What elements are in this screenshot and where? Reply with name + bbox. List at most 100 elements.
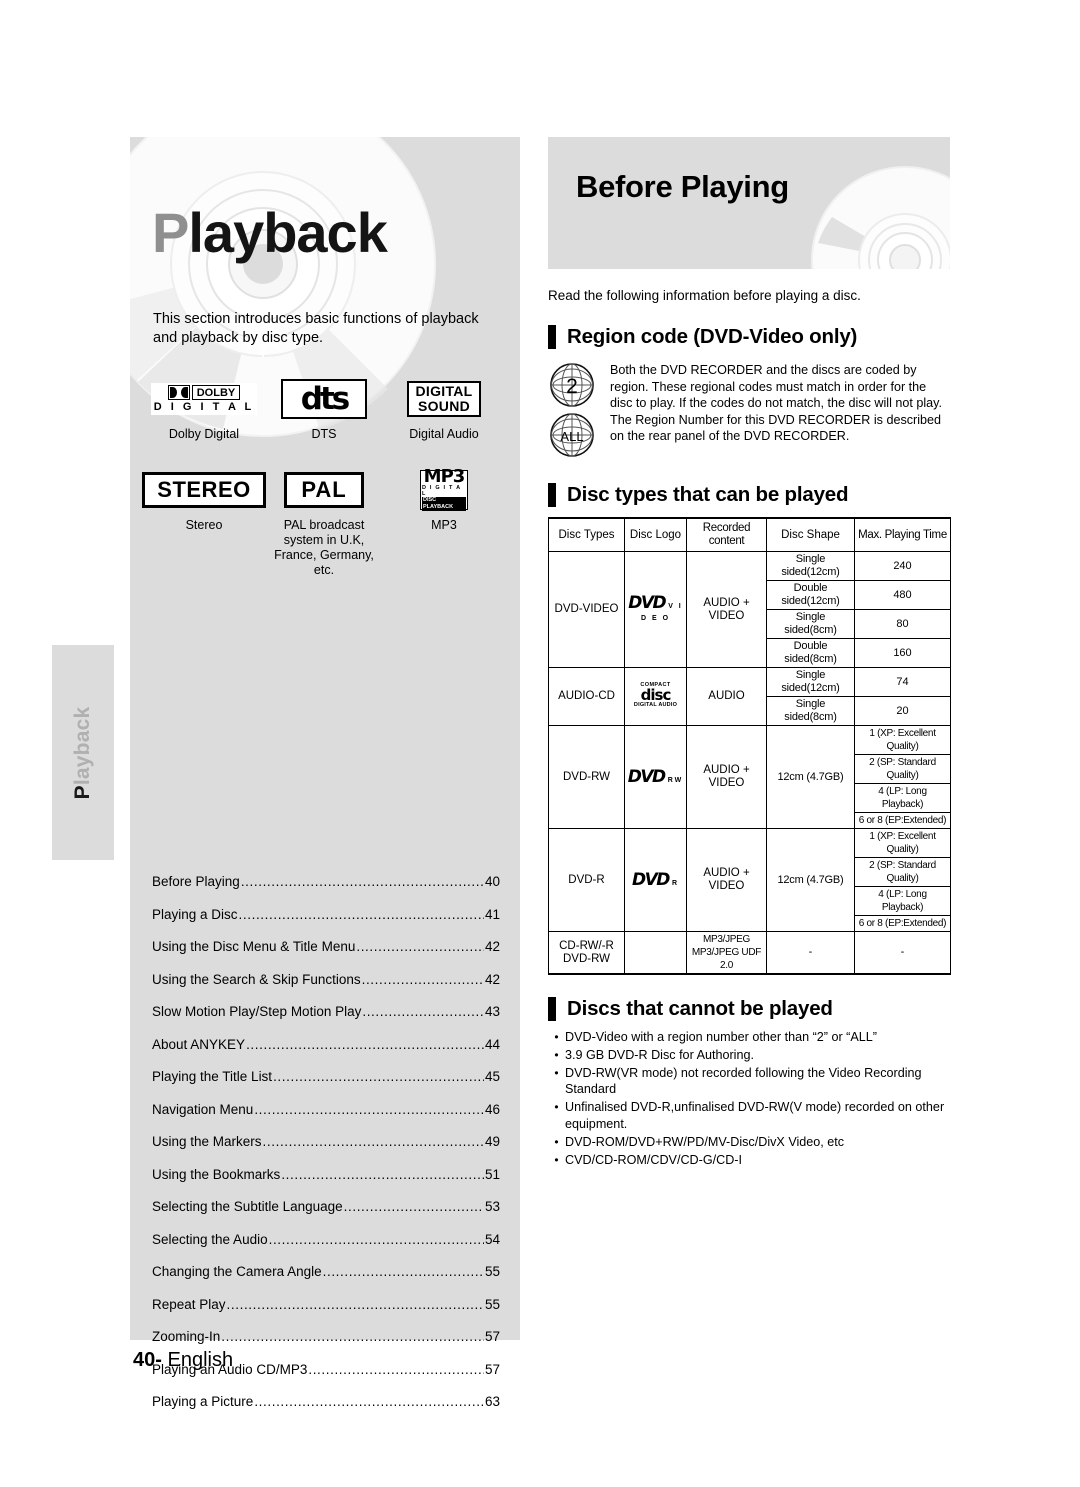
- cell-disc-logo: DVD V I D E O: [624, 551, 687, 668]
- region-globe-group: 2 ALL: [548, 359, 610, 461]
- cell-playing-time: 480: [854, 580, 951, 610]
- region-globe-2-icon: 2: [548, 361, 596, 409]
- toc-entry[interactable]: Changing the Camera Angle ..............…: [152, 1262, 500, 1281]
- cell-playing-time: 2 (SP: Standard Quality): [854, 857, 951, 887]
- toc-entry[interactable]: Using the Bookmarks ....................…: [152, 1165, 500, 1184]
- toc-entry-page: 41: [484, 906, 500, 922]
- format-logo-cell-mp3: MP3 D I G I T A L DISC PLAYBACK MP3: [384, 468, 504, 578]
- toc-entry[interactable]: Repeat Play ............................…: [152, 1295, 500, 1314]
- toc-leader-dots: ........................................…: [361, 971, 484, 987]
- toc-leader-dots: ........................................…: [273, 1069, 484, 1084]
- toc-entry-page: 57: [484, 1361, 500, 1377]
- col-header-recorded-content: Recorded content: [686, 517, 767, 552]
- cell-playing-time: 240: [854, 551, 951, 581]
- cell-playing-time: 20: [854, 696, 951, 726]
- heading-bar-icon: [548, 483, 556, 507]
- stereo-icon: STEREO: [142, 468, 266, 512]
- cell-recorded-content: AUDIO + VIDEO: [686, 828, 767, 932]
- format-logo-cell-pal: PAL PAL broadcast system in U.K, France,…: [264, 468, 384, 578]
- list-item: • 3.9 GB DVD-R Disc for Authoring.: [548, 1047, 950, 1064]
- dvd-r-logo-icon: DVD R: [631, 869, 679, 890]
- cell-disc-type: CD-RW/-R DVD-RW: [548, 931, 625, 975]
- region-code-heading: Region code (DVD-Video only): [548, 325, 950, 349]
- cell-playing-time: 6 or 8 (EP:Extended): [854, 812, 951, 829]
- cell-recorded-content: AUDIO: [686, 667, 767, 726]
- toc-entry-page: 45: [484, 1069, 500, 1084]
- dvd-logo-sub: R: [671, 879, 679, 887]
- toc-entry-page: 53: [484, 1199, 500, 1214]
- disc-types-table: Disc Types Disc Logo Recorded content Di…: [548, 517, 951, 975]
- toc-entry[interactable]: Using the Disc Menu & Title Menu .......…: [152, 937, 500, 956]
- dolby-double-d-icon: [167, 385, 190, 400]
- toc-entry[interactable]: Slow Motion Play/Step Motion Play ......…: [152, 1002, 500, 1021]
- cell-disc-shape: 12cm (4.7GB): [766, 828, 855, 932]
- read-note-text: Read the following information before pl…: [548, 288, 861, 303]
- dvd-logo-top: DVD: [627, 766, 666, 787]
- toc-entry-label: Zooming-In: [152, 1329, 221, 1344]
- toc-entry[interactable]: Using the Markers ......................…: [152, 1132, 500, 1151]
- cell-playing-time: 6 or 8 (EP:Extended): [854, 915, 951, 932]
- cell-recorded-content: AUDIO + VIDEO: [686, 551, 767, 668]
- toc-entry[interactable]: Playing an Audio CD/MP3 ................…: [152, 1360, 500, 1379]
- dvd-video-logo-icon: DVD V I D E O: [627, 595, 684, 623]
- dolby-word: DOLBY: [191, 385, 241, 400]
- list-item: • DVD-ROM/DVD+RW/PD/MV-Disc/DivX Video, e…: [548, 1134, 950, 1151]
- cell-disc-shape: 12cm (4.7GB): [766, 725, 855, 829]
- mp3-icon: MP3 D I G I T A L DISC PLAYBACK: [420, 468, 468, 512]
- cell-disc-type: DVD-RW: [548, 725, 625, 829]
- cell-playing-time: 1 (XP: Excellent Quality): [854, 828, 951, 858]
- format-logo-row-2: STEREO Stereo PAL PAL broadcast system i…: [142, 468, 504, 578]
- toc-entry[interactable]: About ANYKEY ...........................…: [152, 1035, 500, 1054]
- toc-entry[interactable]: Navigation Menu ........................…: [152, 1100, 500, 1119]
- cell-disc-shape: Single sided(8cm): [766, 609, 855, 639]
- cell-recorded-content: AUDIO + VIDEO: [686, 725, 767, 829]
- toc-entry-label: Playing a Picture: [152, 1394, 254, 1409]
- cell-disc-logo: DVD R: [624, 828, 687, 932]
- list-item: • Unfinalised DVD-R,unfinalised DVD-RW(V …: [548, 1099, 950, 1133]
- compact-disc-logo-icon: COMPACT disc DIGITAL AUDIO: [633, 682, 678, 709]
- toc-entry[interactable]: Selecting the Audio ....................…: [152, 1230, 500, 1249]
- heading-bar-icon: [548, 325, 556, 349]
- svg-text:ALL: ALL: [560, 429, 583, 444]
- toc-entry[interactable]: Playing a Picture ......................…: [152, 1392, 500, 1411]
- toc-entry[interactable]: Playing the Title List .................…: [152, 1067, 500, 1086]
- format-logo-caption: Stereo: [185, 518, 223, 532]
- format-logo-cell-dts: dts DTS: [264, 377, 384, 442]
- disc-types-heading-text: Disc types that can be played: [567, 483, 849, 506]
- chapter-side-tab: Playback: [52, 645, 114, 860]
- toc-entry-page: 57: [484, 1329, 500, 1344]
- cell-playing-time: -: [854, 931, 951, 975]
- toc-leader-dots: ........................................…: [308, 1361, 484, 1377]
- cell-playing-time: 80: [854, 609, 951, 639]
- chapter-side-tab-cap: P: [71, 784, 94, 799]
- format-logo-cell-dolby: DOLBY D I G I T A L Dolby Digital: [144, 377, 264, 442]
- dvd-logo-top: DVD: [631, 869, 670, 890]
- toc-entry[interactable]: Zooming-In .............................…: [152, 1327, 500, 1346]
- toc-leader-dots: ........................................…: [254, 1394, 484, 1409]
- toc-leader-dots: ........................................…: [322, 1264, 484, 1279]
- heading-bar-icon: [548, 997, 556, 1021]
- toc-entry[interactable]: Using the Search & Skip Functions ......…: [152, 970, 500, 989]
- dvd-rw-logo-icon: DVD RW: [627, 766, 684, 787]
- toc-entry[interactable]: Selecting the Subtitle Language ........…: [152, 1197, 500, 1216]
- toc-entry[interactable]: Playing a Disc .........................…: [152, 905, 500, 924]
- col-header-disc-shape: Disc Shape: [766, 517, 855, 552]
- page-title: Playback: [152, 205, 388, 261]
- toc-entry-page: 42: [484, 939, 500, 954]
- toc-entry-label: Selecting the Audio: [152, 1231, 268, 1247]
- cell-recorded-line2: MP3/JPEG UDF 2.0: [691, 947, 762, 971]
- toc-leader-dots: ........................................…: [246, 1036, 484, 1052]
- table-row: DVD-RW DVD RW AUDIO + VIDEO 12cm (4.7GB)…: [548, 725, 951, 829]
- format-logo-cell-digital-sound: DIGITAL SOUND Digital Audio: [384, 377, 504, 442]
- toc-entry[interactable]: Before Playing .........................…: [152, 872, 500, 891]
- cell-disc-type: AUDIO-CD: [548, 667, 625, 726]
- cd-logo-sub: DIGITAL AUDIO: [633, 702, 678, 709]
- cell-recorded-content: MP3/JPEG MP3/JPEG UDF 2.0: [686, 931, 767, 975]
- toc-leader-dots: ........................................…: [221, 1329, 484, 1344]
- table-row: DVD-R DVD R AUDIO + VIDEO 12cm (4.7GB) 1…: [548, 828, 951, 932]
- right-column: Before Playing Read the following inform…: [548, 137, 951, 1169]
- bullet-icon: •: [554, 1030, 559, 1044]
- region-code-heading-text: Region code (DVD-Video only): [567, 325, 858, 348]
- cell-disc-shape: Single sided(12cm): [766, 551, 855, 581]
- toc-entry-label: Playing a Disc: [152, 906, 238, 922]
